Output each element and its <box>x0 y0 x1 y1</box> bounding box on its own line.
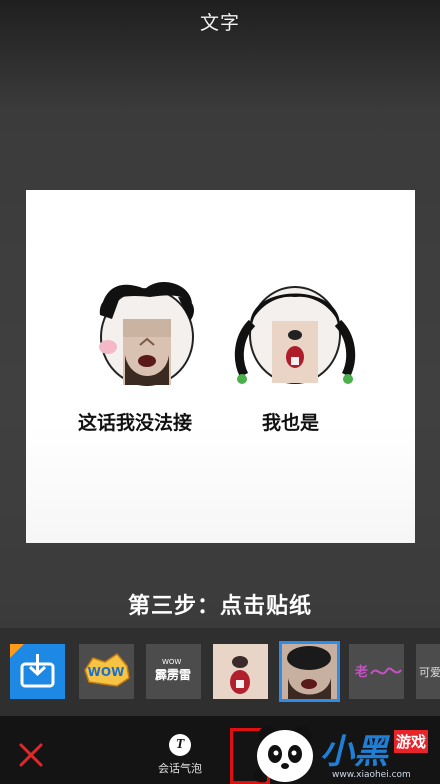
thunder-sticker-top: WOW <box>162 658 181 666</box>
sticker-handwriting[interactable]: 老 <box>349 644 404 699</box>
sticker-thunder[interactable]: WOW 霹雳雷 <box>146 644 201 699</box>
cute-text-art: 可爱 <box>416 644 440 699</box>
watermark-main-text: 小黑 <box>320 732 388 772</box>
close-icon[interactable] <box>18 742 44 768</box>
download-icon <box>10 644 65 699</box>
face-mouth-art <box>213 644 268 699</box>
handwriting-art: 老 <box>349 644 404 699</box>
sticker-face-man[interactable] <box>279 641 340 702</box>
sticker-download[interactable] <box>10 644 65 699</box>
face-man-art <box>282 644 337 699</box>
watermark: 小黑 游戏 www.xiaohei.com <box>244 718 440 784</box>
sticker-wow[interactable]: WOW <box>79 644 134 699</box>
watermark-url: www.xiaohei.com <box>332 770 411 780</box>
sticker-face-mouth[interactable] <box>213 644 268 699</box>
canvas-shade <box>26 423 415 543</box>
wow-sticker-art: WOW <box>79 644 134 699</box>
meme-left-face <box>99 281 194 386</box>
image-canvas[interactable]: 这话我没法接 我也是 <box>26 190 415 543</box>
panda-logo-icon <box>252 726 313 783</box>
wow-sticker-text: WOW <box>88 665 125 679</box>
sticker-tray[interactable]: WOW WOW 霹雳雷 老 可爱 <box>0 628 440 716</box>
thunder-sticker-text: 霹雳雷 <box>155 668 191 682</box>
speech-bubble-icon: T <box>169 734 191 756</box>
left-caption: 这话我没法接 <box>78 412 193 434</box>
sticker-cute-text[interactable]: 可爱 <box>416 644 440 699</box>
cute-sticker-text: 可爱 <box>419 666 440 679</box>
speech-bubble-button[interactable]: T 会话气泡 <box>148 732 212 782</box>
speech-bubble-label: 会话气泡 <box>158 762 202 775</box>
meme-right-face <box>234 286 356 384</box>
bottom-toolbar: T 会话气泡 小黑 游戏 www.xiaohei.com <box>0 716 440 784</box>
thunder-sticker-art: WOW 霹雳雷 <box>146 644 201 699</box>
watermark-game-text: 游戏 <box>394 730 429 753</box>
right-caption: 我也是 <box>262 412 320 434</box>
handwriting-sticker-text: 老 <box>354 664 368 680</box>
step-instruction: 第三步：点击贴纸 <box>127 594 312 619</box>
page-title: 文字 <box>199 12 240 34</box>
